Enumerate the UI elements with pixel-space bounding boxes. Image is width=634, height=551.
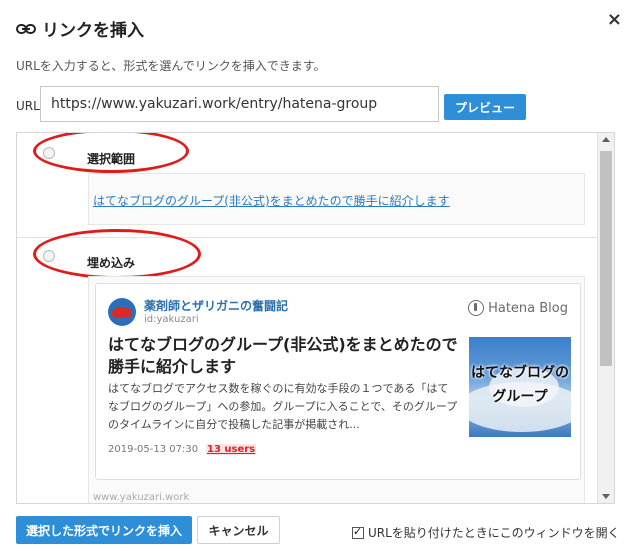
selection-link[interactable]: はてなブログのグループ(非公式)をまとめたので勝手に紹介します: [93, 192, 450, 209]
annotation-ellipse-selection: [33, 133, 189, 173]
card-title[interactable]: はてなブログのグループ(非公式)をまとめたので勝手に紹介します: [108, 334, 458, 378]
url-label: URL: [16, 99, 40, 113]
scroll-up-arrow-icon[interactable]: [602, 137, 610, 142]
link-icon: [16, 23, 36, 34]
dialog-description: URLを入力すると、形式を選んでリンクを挿入できます。: [16, 59, 326, 73]
blog-avatar: [108, 298, 136, 326]
hatena-blog-brand: Hatena Blog: [488, 300, 568, 316]
insert-link-dialog: リンクを挿入 × URLを入力すると、形式を選んでリンクを挿入できます。 URL…: [0, 0, 634, 551]
hatena-blog-logo: Hatena Blog: [468, 300, 568, 316]
scroll-down-arrow-icon[interactable]: [602, 494, 610, 499]
dialog-title: リンクを挿入: [42, 21, 144, 41]
insert-link-button[interactable]: 選択した形式でリンクを挿入: [16, 516, 192, 544]
hatena-blog-icon: [468, 300, 485, 316]
card-source-url: www.yakuzari.work: [93, 492, 190, 503]
scrollbar-thumb[interactable]: [600, 151, 612, 366]
close-button[interactable]: ×: [607, 10, 622, 30]
cancel-button[interactable]: キャンセル: [197, 516, 280, 544]
preview-button[interactable]: プレビュー: [444, 94, 526, 120]
embed-card[interactable]: 薬剤師とザリガニの奮闘記 id:yakuzari Hatena Blog はてな…: [95, 283, 581, 480]
open-on-paste-label: URLを貼り付けたときにこのウィンドウを開く: [368, 526, 620, 540]
annotation-ellipse-embed: [33, 229, 201, 279]
open-on-paste-checkbox[interactable]: [352, 525, 364, 539]
blog-id: id:yakuzari: [144, 314, 199, 325]
open-on-paste-option[interactable]: URLを貼り付けたときにこのウィンドウを開く: [352, 524, 620, 541]
link-format-options[interactable]: 選択範囲 はてなブログのグループ(非公式)をまとめたので勝手に紹介します 埋め込…: [16, 132, 615, 504]
url-input[interactable]: [40, 86, 439, 122]
blog-name[interactable]: 薬剤師とザリガニの奮闘記: [144, 297, 288, 314]
crayfish-icon: [112, 307, 132, 318]
dialog-header: リンクを挿入: [16, 16, 144, 41]
thumbnail-text: はてなブログの グループ: [471, 365, 569, 405]
card-thumbnail: はてなブログの グループ: [469, 337, 571, 437]
embed-preview-box: 薬剤師とザリガニの奮闘記 id:yakuzari Hatena Blog はてな…: [88, 276, 585, 503]
options-scrollbar[interactable]: [597, 133, 614, 503]
card-date: 2019-05-13 07:30: [108, 444, 199, 455]
bookmark-users-count[interactable]: 13 users: [206, 444, 257, 455]
card-description: はてなブログでアクセス数を稼ぐのに有効な手段の１つである「はてなブログのグループ…: [108, 382, 458, 431]
selection-preview-box: はてなブログのグループ(非公式)をまとめたので勝手に紹介します: [88, 173, 585, 225]
